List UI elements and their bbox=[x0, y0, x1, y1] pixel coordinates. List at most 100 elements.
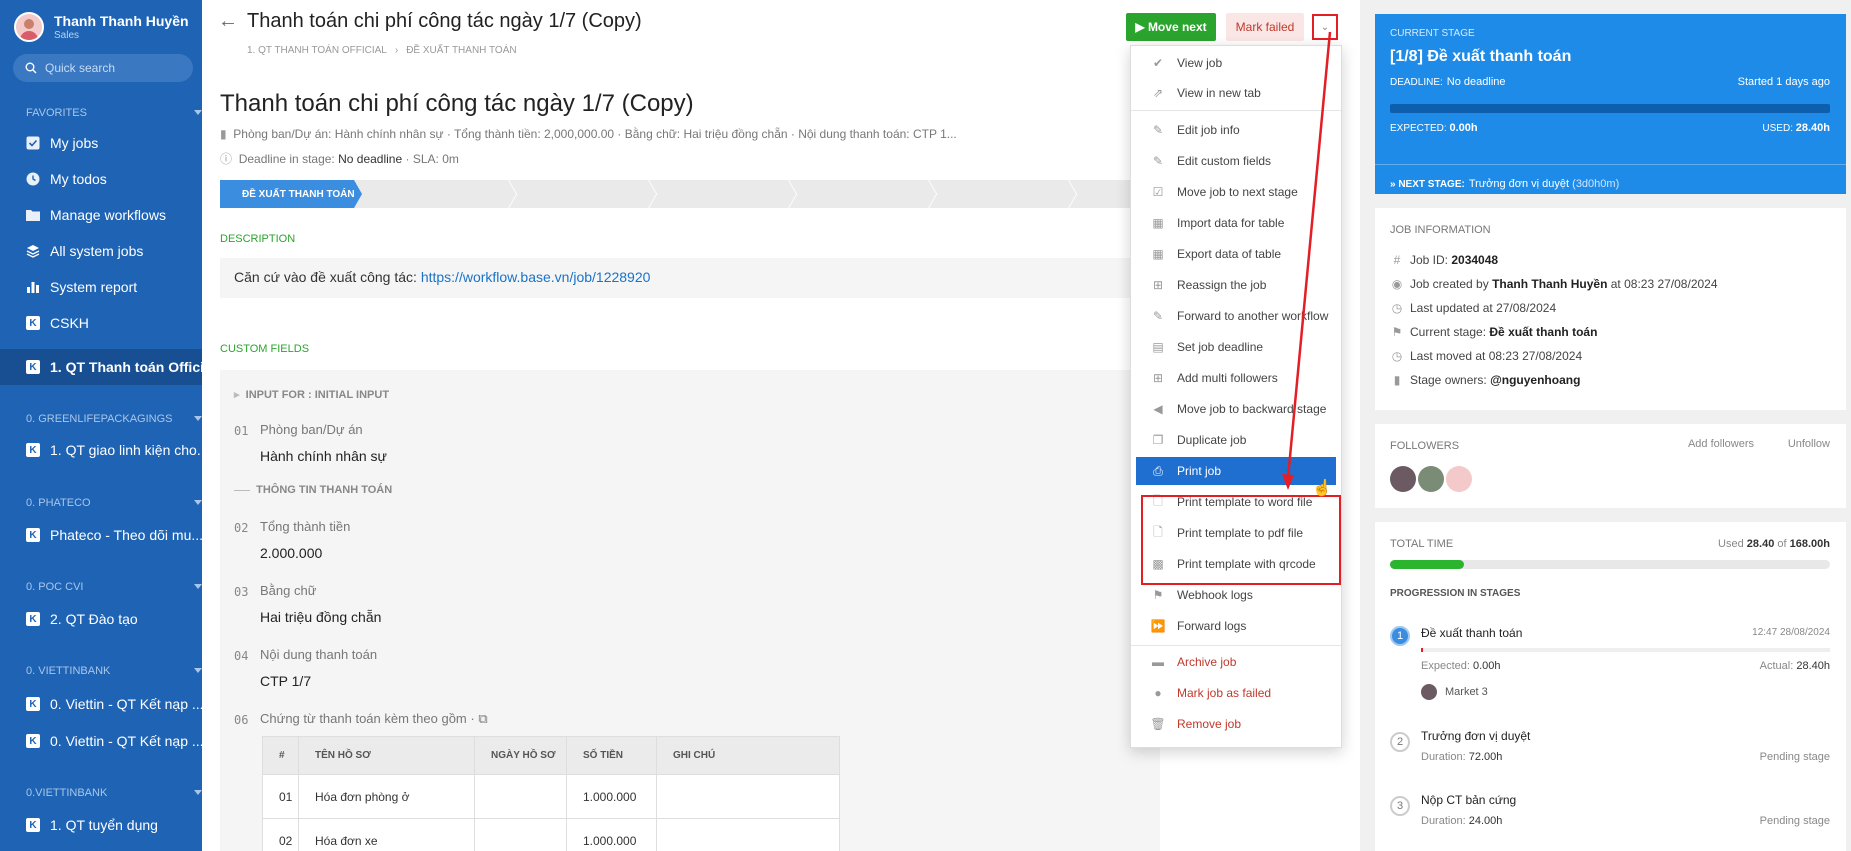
input-for-label: INPUT FOR : INITIAL INPUT bbox=[245, 389, 390, 401]
next-stage: » NEXT STAGE: Trưởng đơn vị duyệt (3d0h0m… bbox=[1390, 178, 1619, 190]
more-actions-dropdown[interactable]: ⌄ bbox=[1312, 14, 1338, 40]
move-next-label: Move next bbox=[1147, 20, 1207, 34]
created-by[interactable]: Thanh Thanh Huyền bbox=[1492, 277, 1607, 291]
field-value[interactable]: CTP 1/7 bbox=[260, 673, 311, 689]
clock-icon: ◷ bbox=[1391, 301, 1403, 315]
table-icon: ▦ bbox=[1152, 216, 1164, 230]
table-cell: 02 bbox=[262, 818, 299, 851]
menu-item-forward-logs[interactable]: ⏩ Forward logs bbox=[1136, 612, 1336, 640]
menu-item-print-job[interactable]: ⎙ Print job bbox=[1136, 457, 1336, 485]
stage-name[interactable]: Nộp CT bản cứng bbox=[1421, 793, 1516, 807]
menu-item-archive-job[interactable]: ▬ Archive job bbox=[1136, 648, 1336, 676]
sidebar-item-dao-tao[interactable]: K 2. QT Đào tạo bbox=[0, 601, 202, 637]
assignee-avatar[interactable] bbox=[1421, 684, 1437, 700]
menu-item-backward-stage[interactable]: ◀ Move job to backward stage bbox=[1136, 395, 1336, 423]
last-moved-text: Last moved at 08:23 27/08/2024 bbox=[1410, 349, 1583, 363]
sidebar-item-qt-thanh-toan[interactable]: K 1. QT Thanh toán Official bbox=[0, 349, 202, 385]
menu-item-add-followers[interactable]: ⊞ Add multi followers bbox=[1136, 364, 1336, 392]
stage-used: USED: 28.40h bbox=[1762, 122, 1830, 134]
menu-item-import-table[interactable]: ▦ Import data for table bbox=[1136, 209, 1336, 237]
sidebar-item-all-system-jobs[interactable]: All system jobs bbox=[0, 233, 202, 269]
duration-value: 24.00h bbox=[1468, 815, 1503, 827]
sidebar-item-system-report[interactable]: System report bbox=[0, 269, 202, 305]
table-cell: Hóa đơn xe bbox=[298, 818, 475, 851]
menu-item-export-table[interactable]: ▦ Export data of table bbox=[1136, 240, 1336, 268]
section-viettinbank-2[interactable]: 0.VIETTINBANK bbox=[26, 787, 202, 799]
sidebar-item-viettin-2[interactable]: K 0. Viettin - QT Kết nạp ... bbox=[0, 723, 202, 759]
workflow-k-icon: K bbox=[26, 360, 40, 374]
breadcrumb: 1. QT THANH TOÁN OFFICIAL › ĐỀ XUẤT THANH … bbox=[247, 45, 517, 56]
documents-table: # TÊN HỒ SƠ NGÀY HỒ SƠ SỐ TIỀN GHI CHÚ 0… bbox=[262, 736, 840, 851]
menu-item-edit-custom-fields[interactable]: ✎ Edit custom fields bbox=[1136, 147, 1336, 175]
sidebar-item-manage-workflows[interactable]: Manage workflows bbox=[0, 197, 202, 233]
sidebar-item-cskh[interactable]: K CSKH bbox=[0, 305, 202, 341]
field-value[interactable]: Hành chính nhân sự bbox=[260, 448, 387, 464]
current-stage-label: CURRENT STAGE bbox=[1390, 28, 1475, 39]
sidebar-item-my-jobs[interactable]: My jobs bbox=[0, 125, 202, 161]
menu-item-view-new-tab[interactable]: ⇗ View in new tab bbox=[1136, 79, 1336, 107]
menu-item-reassign[interactable]: ⊞ Reassign the job bbox=[1136, 271, 1336, 299]
stage-step[interactable] bbox=[1068, 180, 1078, 208]
menu-item-move-next-stage[interactable]: ☑ Move job to next stage bbox=[1136, 178, 1336, 206]
menu-item-mark-failed[interactable]: ● Mark job as failed bbox=[1136, 679, 1336, 707]
section-phateco[interactable]: 0. PHATECO bbox=[26, 497, 202, 509]
menu-item-duplicate[interactable]: ❐ Duplicate job bbox=[1136, 426, 1336, 454]
follower-avatar[interactable] bbox=[1390, 466, 1416, 492]
stage-step[interactable] bbox=[508, 180, 518, 208]
description-link[interactable]: https://workflow.base.vn/job/1228920 bbox=[421, 269, 651, 285]
field-number: 04 bbox=[234, 649, 249, 663]
table-row[interactable]: 01 Hóa đơn phòng ở 1.000.000 bbox=[262, 774, 840, 819]
current-stage-value: Đề xuất thanh toán bbox=[1489, 325, 1598, 339]
stage-name[interactable]: Trưởng đơn vị duyệt bbox=[1421, 729, 1530, 743]
sidebar-item-label: 0. Viettin - QT Kết nạp ... bbox=[50, 733, 202, 749]
unfollow-link[interactable]: Unfollow bbox=[1788, 438, 1830, 450]
menu-item-webhook-logs[interactable]: ⚑ Webhook logs bbox=[1136, 581, 1336, 609]
user-circle-icon: ◉ bbox=[1391, 277, 1403, 291]
quick-search[interactable] bbox=[13, 54, 193, 82]
stage-step[interactable] bbox=[928, 180, 938, 208]
stage-name[interactable]: Đề xuất thanh toán bbox=[1421, 626, 1522, 640]
sidebar-item-tuyen-dung[interactable]: K 1. QT tuyển dụng bbox=[0, 807, 202, 843]
input-for-header[interactable]: ▸ INPUT FOR : INITIAL INPUT bbox=[234, 388, 389, 401]
sidebar-item-phateco[interactable]: K Phateco - Theo dõi mu... bbox=[0, 517, 202, 553]
section-poc-cvi[interactable]: 0. POC CVI bbox=[26, 581, 202, 593]
mark-failed-button[interactable]: Mark failed bbox=[1226, 13, 1304, 41]
job-id: # Job ID: 2034048 bbox=[1390, 253, 1498, 267]
user-profile[interactable]: Thanh Thanh Huyền Sales bbox=[14, 12, 189, 42]
sidebar-item-viettin-1[interactable]: K 0. Viettin - QT Kết nạp ... bbox=[0, 686, 202, 722]
menu-item-view-job[interactable]: ✔ View job bbox=[1136, 49, 1336, 77]
copy-icon[interactable]: ⧉ bbox=[478, 711, 487, 726]
add-followers-link[interactable]: Add followers bbox=[1688, 438, 1754, 450]
menu-item-edit-job-info[interactable]: ✎ Edit job info bbox=[1136, 116, 1336, 144]
stage-duration: Duration: 72.00h bbox=[1421, 751, 1502, 763]
stage-step[interactable] bbox=[648, 180, 658, 208]
duration-label: Duration: bbox=[1421, 751, 1466, 763]
sidebar-item-my-todos[interactable]: My todos bbox=[0, 161, 202, 197]
custom-fields-label: CUSTOM FIELDS bbox=[220, 343, 310, 355]
section-favorites[interactable]: FAVORITES bbox=[26, 107, 202, 119]
search-input[interactable] bbox=[45, 61, 185, 75]
owners-value[interactable]: @nguyenhoang bbox=[1490, 373, 1580, 387]
breadcrumb-stage[interactable]: ĐỀ XUẤT THANH TOÁN bbox=[406, 45, 516, 56]
menu-item-set-deadline[interactable]: ▤ Set job deadline bbox=[1136, 333, 1336, 361]
field-value[interactable]: Hai triệu đồng chẵn bbox=[260, 609, 381, 625]
section-viettinbank[interactable]: 0. VIETTINBANK bbox=[26, 665, 202, 677]
sidebar-item-greenlife[interactable]: K 1. QT giao linh kiện cho... bbox=[0, 432, 202, 468]
stage-step-active[interactable]: ĐỀ XUẤT THANH TOÁN bbox=[220, 180, 362, 208]
back-arrow-icon[interactable]: ← bbox=[218, 10, 238, 33]
menu-item-forward-workflow[interactable]: ✎ Forward to another workflow bbox=[1136, 302, 1336, 330]
menu-item-remove-job[interactable]: 🗑 Remove job bbox=[1136, 710, 1336, 738]
section-greenlife[interactable]: 0. GREENLIFEPACKAGINGS bbox=[26, 413, 202, 425]
column-header: NGÀY HỒ SƠ bbox=[474, 736, 567, 775]
breadcrumb-workflow[interactable]: 1. QT THANH TOÁN OFFICIAL bbox=[247, 45, 387, 56]
move-next-button[interactable]: ▶ Move next bbox=[1126, 13, 1216, 41]
follower-avatar[interactable] bbox=[1418, 466, 1444, 492]
field-value[interactable]: 2.000.000 bbox=[260, 545, 322, 561]
field-label: Bằng chữ bbox=[260, 583, 317, 598]
menu-item-label: Set job deadline bbox=[1177, 340, 1264, 354]
follower-avatar[interactable] bbox=[1446, 466, 1472, 492]
description-text: Căn cứ vào đề xuất công tác: bbox=[234, 269, 421, 285]
stage-step[interactable] bbox=[788, 180, 798, 208]
table-icon: ▦ bbox=[1152, 247, 1164, 261]
table-row[interactable]: 02 Hóa đơn xe 1.000.000 bbox=[262, 818, 840, 851]
